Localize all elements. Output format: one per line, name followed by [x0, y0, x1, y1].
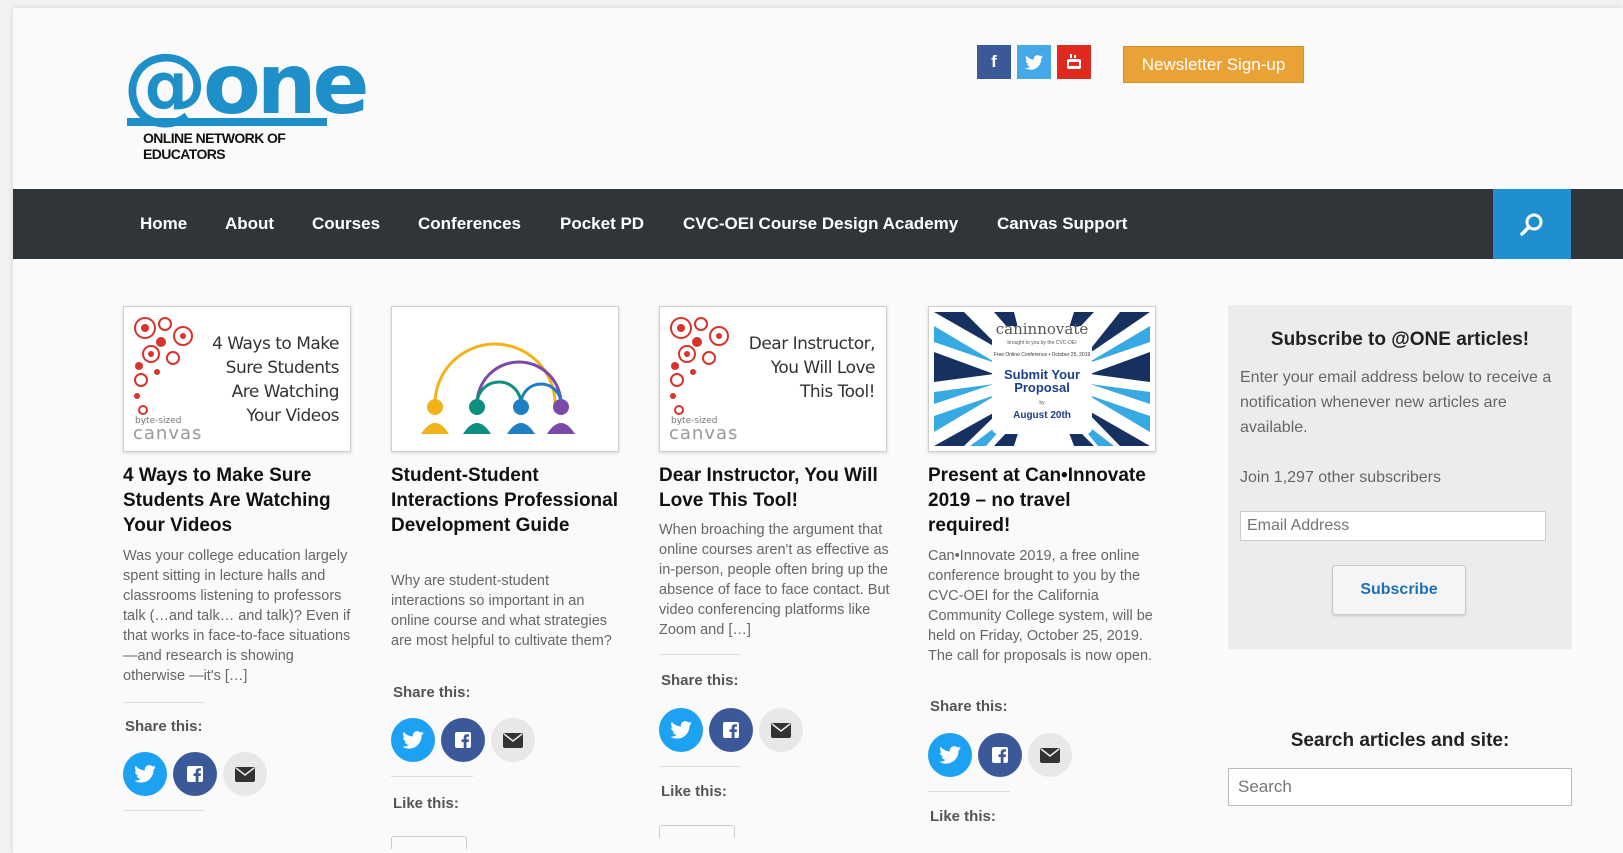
search-widget-title: Search articles and site:: [1290, 730, 1510, 751]
nav-item-pocket-pd[interactable]: Pocket PD: [560, 189, 644, 259]
post-title[interactable]: Dear Instructor, You Will Love This Tool…: [659, 463, 887, 513]
twitter-icon: [402, 731, 424, 749]
post-title[interactable]: 4 Ways to Make Sure Students Are Watchin…: [123, 463, 351, 538]
conference-subtitle: brought to you by the CVC-OEI: [1007, 340, 1077, 346]
nav-item-about[interactable]: About: [225, 189, 274, 259]
divider: [659, 766, 741, 767]
search-input[interactable]: [1228, 768, 1572, 806]
twitter-icon[interactable]: [1017, 45, 1051, 79]
share-facebook-button[interactable]: [441, 718, 485, 762]
divider: [123, 810, 205, 811]
search-icon: [1520, 213, 1543, 236]
divider: [391, 776, 473, 777]
share-facebook-button[interactable]: [173, 752, 217, 796]
facebook-icon: [723, 722, 739, 739]
page: @one ONLINE NETWORK OF EDUCATORS f Newsl…: [13, 8, 1623, 853]
divider: [123, 702, 205, 703]
twitter-icon: [939, 746, 961, 764]
post-thumbnail[interactable]: caninnovate brought to you by the CVC-OE…: [928, 306, 1156, 452]
conference-brand: caninnovate: [995, 320, 1089, 338]
post-thumbnail[interactable]: Dear Instructor, You Will Love This Tool…: [659, 306, 887, 452]
logo-underline: [127, 118, 327, 126]
email-icon: [771, 722, 791, 738]
thumbnail-caption: 4 Ways to Make Sure Students Are Watchin…: [212, 334, 339, 426]
thumbnail-caption: Dear Instructor, You Will Love This Tool…: [748, 334, 876, 402]
like-button[interactable]: [659, 825, 735, 838]
twitter-icon: [670, 721, 692, 739]
newsletter-signup-button[interactable]: Newsletter Sign-up: [1123, 46, 1304, 83]
email-field[interactable]: [1240, 511, 1546, 541]
subscriber-count: Join 1,297 other subscribers: [1240, 469, 1441, 486]
nav-search-button[interactable]: [1493, 189, 1571, 259]
share-twitter-button[interactable]: [123, 752, 167, 796]
post-excerpt: Why are student-student interactions so …: [391, 573, 612, 649]
share-twitter-button[interactable]: [928, 733, 972, 777]
share-email-button[interactable]: [491, 718, 535, 762]
conference-info: Free Online Conference • October 25, 201…: [993, 352, 1091, 358]
interactions-illustration-icon: [421, 342, 575, 434]
subscribe-widget: Subscribe to @ONE articles! Enter your e…: [1228, 305, 1572, 649]
share-facebook-button[interactable]: [978, 733, 1022, 777]
share-email-button[interactable]: [223, 752, 267, 796]
like-label: Like this:: [661, 783, 727, 800]
main-nav: Home About Courses Conferences Pocket PD…: [13, 189, 1623, 259]
divider: [928, 791, 1010, 792]
site-logo[interactable]: @one ONLINE NETWORK OF EDUCATORS: [123, 36, 369, 162]
nav-item-home[interactable]: Home: [140, 189, 187, 259]
email-icon: [235, 766, 255, 782]
facebook-icon: [187, 766, 203, 783]
post-excerpt: Can•Innovate 2019, a free online confere…: [928, 548, 1153, 664]
share-email-button[interactable]: [1028, 733, 1072, 777]
youtube-icon[interactable]: [1057, 45, 1091, 79]
facebook-icon[interactable]: f: [977, 45, 1011, 79]
post-thumbnail[interactable]: 4 Ways to Make Sure Students Are Watchin…: [123, 306, 351, 452]
post-thumbnail[interactable]: [391, 306, 619, 452]
nav-item-conferences[interactable]: Conferences: [418, 189, 521, 259]
share-facebook-button[interactable]: [709, 708, 753, 752]
facebook-icon: [455, 732, 471, 749]
share-label: Share this:: [125, 718, 203, 735]
conference-deadline: August 20th: [1013, 410, 1071, 421]
thumbnail-brand: byte-sized canvas: [133, 416, 203, 444]
nav-item-courses[interactable]: Courses: [312, 189, 380, 259]
subscribe-button[interactable]: Subscribe: [1332, 565, 1466, 615]
post-excerpt: Was your college education largely spent…: [123, 548, 351, 684]
post-excerpt: When broaching the argument that online …: [659, 522, 890, 638]
subscribe-description: Enter your email address below to receiv…: [1240, 369, 1552, 436]
share-email-button[interactable]: [759, 708, 803, 752]
conference-by: by: [1039, 400, 1045, 406]
like-label: Like this:: [930, 808, 996, 825]
share-twitter-button[interactable]: [391, 718, 435, 762]
logo-tagline: ONLINE NETWORK OF EDUCATORS: [143, 130, 286, 162]
share-label: Share this:: [930, 698, 1008, 715]
like-button[interactable]: [391, 836, 467, 849]
share-twitter-button[interactable]: [659, 708, 703, 752]
subscribe-title: Subscribe to @ONE articles!: [1270, 329, 1530, 350]
share-label: Share this:: [661, 672, 739, 689]
email-icon: [1040, 747, 1060, 763]
facebook-icon: [992, 747, 1008, 764]
thumbnail-brand: byte-sized canvas: [669, 416, 739, 444]
nav-item-canvas-support[interactable]: Canvas Support: [997, 189, 1127, 259]
post-title[interactable]: Present at Can•Innovate 2019 – no travel…: [928, 463, 1156, 538]
email-icon: [503, 732, 523, 748]
share-label: Share this:: [393, 684, 471, 701]
twitter-icon: [134, 765, 156, 783]
conference-cta: Submit Your Proposal: [1003, 367, 1081, 395]
post-title[interactable]: Student-Student Interactions Professiona…: [391, 463, 619, 538]
like-label: Like this:: [393, 795, 459, 812]
divider: [659, 654, 741, 655]
nav-item-course-design-academy[interactable]: CVC-OEI Course Design Academy: [683, 189, 958, 259]
